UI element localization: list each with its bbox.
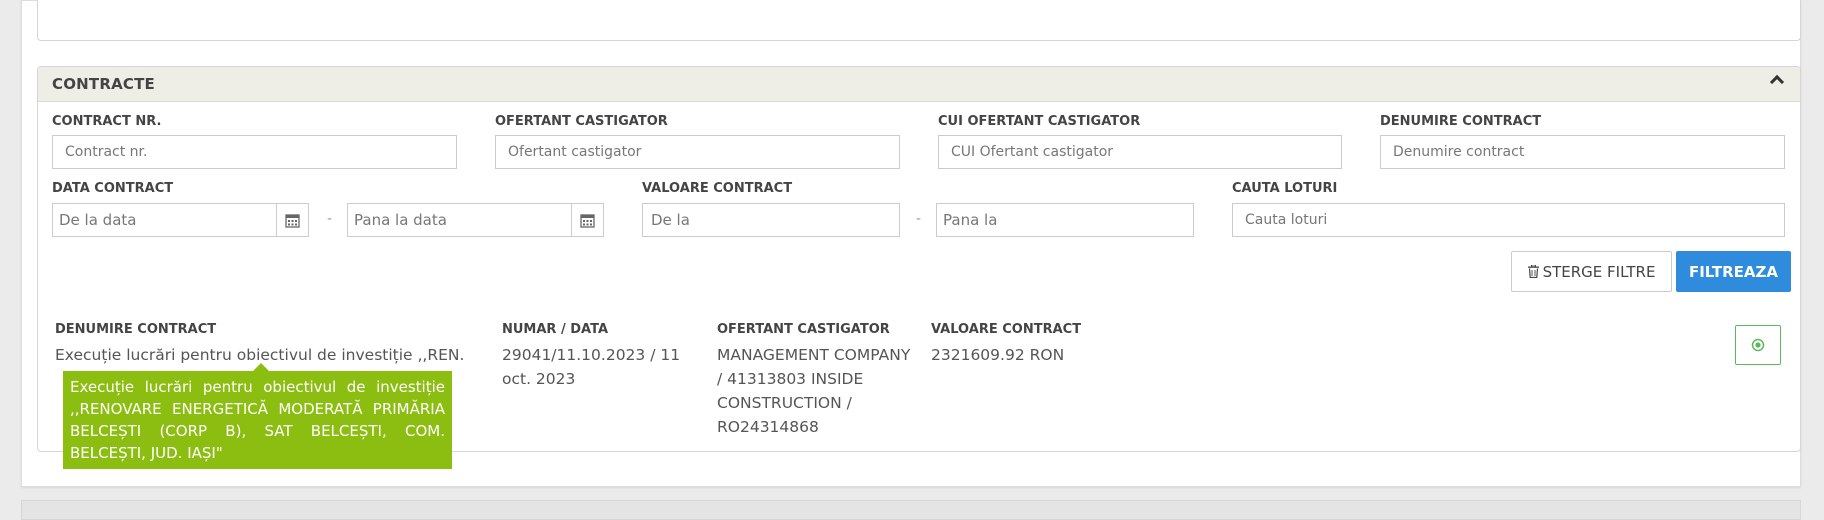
view-contract-button[interactable] (1735, 325, 1781, 365)
eye-icon (1751, 338, 1765, 352)
contract-nr-label: CONTRACT NR. (52, 114, 162, 129)
valoare-from-input[interactable] (642, 203, 900, 237)
tooltip-arrow (253, 363, 269, 371)
results-header-ofertant: OFERTANT CASTIGATOR (717, 322, 890, 337)
clear-filters-label: STERGE FILTRE (1542, 262, 1656, 281)
trash-icon (1527, 265, 1539, 278)
next-panel (21, 500, 1801, 520)
cui-input[interactable] (938, 135, 1342, 169)
loturi-input[interactable] (1232, 203, 1785, 237)
loturi-label: CAUTA LOTURI (1232, 181, 1338, 196)
valoare-to-input[interactable] (936, 203, 1194, 237)
ofertant-input[interactable] (495, 135, 900, 169)
date-from-input[interactable] (53, 204, 285, 236)
valoare-label: VALOARE CONTRACT (642, 181, 793, 196)
results-header-numar-data: NUMAR / DATA (502, 322, 609, 337)
calendar-icon[interactable] (571, 204, 603, 236)
results-header-valoare: VALOARE CONTRACT (931, 322, 1082, 337)
result-valoare: 2321609.92 RON (931, 346, 1065, 364)
chevron-up-icon[interactable] (1769, 74, 1785, 90)
filter-button[interactable]: FILTREAZA (1676, 251, 1791, 292)
result-numar-data: 29041/11.10.2023 / 11 oct. 2023 (502, 346, 681, 388)
denumire-tooltip: Execuție lucrări pentru obiectivul de in… (63, 371, 452, 469)
date-from-field (52, 203, 309, 237)
date-range-separator: - (327, 211, 333, 227)
denumire-label: DENUMIRE CONTRACT (1380, 114, 1542, 129)
data-contract-label: DATA CONTRACT (52, 181, 174, 196)
contract-nr-input[interactable] (52, 135, 457, 169)
panel-title: CONTRACTE (52, 75, 155, 93)
ofertant-label: OFERTANT CASTIGATOR (495, 114, 668, 129)
valoare-range-separator: - (916, 211, 922, 227)
date-to-input[interactable] (348, 204, 580, 236)
cui-label: CUI OFERTANT CASTIGATOR (938, 114, 1141, 129)
date-to-field (347, 203, 604, 237)
clear-filters-button[interactable]: STERGE FILTRE (1511, 251, 1672, 292)
previous-panel (37, 0, 1801, 41)
denumire-input[interactable] (1380, 135, 1785, 169)
calendar-icon[interactable] (276, 204, 308, 236)
result-ofertant: MANAGEMENT COMPANY / 41313803 INSIDE CON… (717, 346, 911, 436)
panel-header[interactable]: CONTRACTE (38, 67, 1800, 102)
results-header-denumire: DENUMIRE CONTRACT (55, 322, 217, 337)
